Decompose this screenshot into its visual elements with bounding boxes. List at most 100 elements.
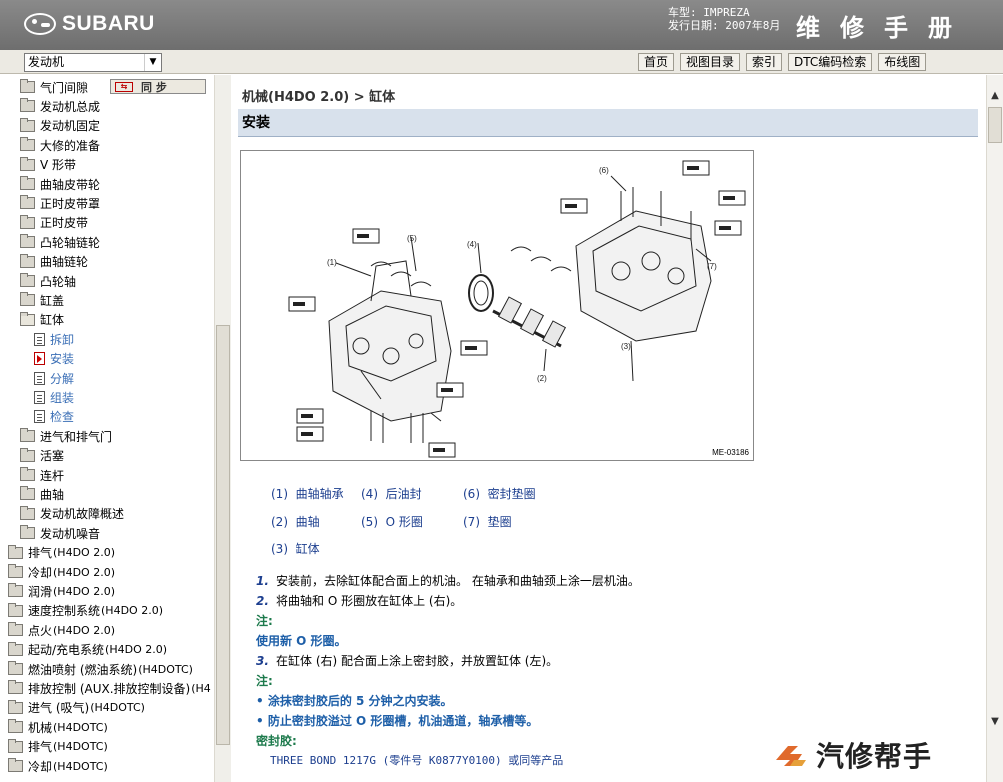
folder-icon bbox=[20, 505, 35, 520]
nav-wiring-diagram-button[interactable]: 布线图 bbox=[878, 53, 927, 71]
sidebar-item-label: 排气 bbox=[28, 740, 53, 755]
sidebar-item[interactable]: 曲轴 bbox=[20, 485, 64, 503]
sidebar-item[interactable]: 曲轴皮带轮 bbox=[20, 175, 100, 193]
folder-open-icon bbox=[20, 311, 35, 326]
sidebar-scroll-thumb[interactable] bbox=[216, 325, 230, 745]
sidebar-item[interactable]: 起动/充电系统 (H4DO 2.0) bbox=[8, 641, 167, 659]
scroll-up-icon[interactable]: ▲ bbox=[987, 87, 1003, 104]
folder-icon bbox=[8, 699, 23, 714]
folder-icon bbox=[20, 176, 35, 190]
date-line: 发行日期: 2007年8月 bbox=[668, 19, 781, 32]
sync-button[interactable]: ⇆ 同 步 bbox=[110, 79, 206, 94]
sidebar-item[interactable]: 排气 (H4DOTC) bbox=[8, 738, 108, 756]
bullet: • 涂抹密封胶后的 5 分钟之内安装。 bbox=[256, 694, 453, 708]
sidebar-item-engine-code: (H4DOTC) bbox=[53, 720, 108, 734]
sidebar-item[interactable]: 组装 bbox=[34, 388, 74, 406]
sidebar-item-label: 起动/充电系统 bbox=[28, 643, 105, 658]
main-scroll-thumb[interactable] bbox=[988, 107, 1002, 143]
sidebar-item-engine-code: (H4DO 2.0) bbox=[53, 546, 115, 560]
sidebar-item[interactable]: 大修的准备 bbox=[20, 136, 100, 154]
sidebar-item-label: 排气 bbox=[28, 546, 53, 561]
sidebar-item-label: 点火 bbox=[28, 623, 53, 638]
folder-icon bbox=[8, 738, 23, 753]
sidebar-item[interactable]: 连杆 bbox=[20, 466, 64, 484]
model-info: 车型: IMPREZA 发行日期: 2007年8月 bbox=[668, 6, 780, 32]
procedure-step: 3. 在缸体 (右) 配合面上涂上密封胶，并放置缸体 (左)。 bbox=[256, 651, 976, 671]
sidebar-item[interactable]: 润滑 (H4DO 2.0) bbox=[8, 582, 115, 600]
subaru-star-icon bbox=[24, 13, 56, 35]
legend-entry: (7) 垫圈 bbox=[463, 514, 512, 529]
callout-5: (5) bbox=[407, 234, 417, 243]
sidebar-item[interactable]: 分解 bbox=[34, 369, 74, 387]
section-select[interactable]: 发动机 ▼ bbox=[24, 53, 162, 72]
sidebar-item[interactable]: 点火 (H4DO 2.0) bbox=[8, 621, 115, 639]
main-content: 机械(H4DO 2.0) > 缸体 安装 (1) (2) (3) (4) (5)… bbox=[232, 75, 986, 782]
sidebar-item[interactable]: V 形带 bbox=[20, 156, 76, 174]
sidebar-item[interactable]: 机械 (H4DOTC) bbox=[8, 718, 108, 736]
sidebar-item[interactable]: 曲轴链轮 bbox=[20, 253, 88, 271]
callout-6: (6) bbox=[599, 166, 609, 175]
sidebar-item-label: 曲轴 bbox=[40, 487, 65, 502]
sidebar-item[interactable]: 缸盖 bbox=[20, 291, 64, 309]
sidebar-item[interactable]: 发动机故障概述 bbox=[20, 505, 124, 523]
nav-home-button[interactable]: 首页 bbox=[638, 53, 675, 71]
sidebar-item[interactable]: 凸轮轴 bbox=[20, 272, 76, 290]
sidebar-item[interactable]: 燃油喷射 (燃油系统) (H4DOTC) bbox=[8, 660, 193, 678]
legend-entry: (6) 密封垫圈 bbox=[463, 487, 536, 501]
nav-index-button[interactable]: 索引 bbox=[746, 53, 783, 71]
sidebar-item[interactable]: 正时皮带 bbox=[20, 214, 88, 232]
sidebar-item[interactable]: 缸体 bbox=[20, 311, 64, 329]
sidebar-item-engine-code: (H4DO 2.0) bbox=[105, 643, 168, 657]
sidebar-scrollbar[interactable] bbox=[214, 75, 231, 782]
sidebar-item[interactable]: 冷却 (H4DOTC) bbox=[8, 757, 108, 775]
folder-icon bbox=[20, 214, 35, 229]
folder-icon bbox=[20, 195, 35, 210]
folder-icon bbox=[8, 641, 23, 656]
procedure-step: 1. 安装前，去除缸体配合面上的机油。 在轴承和曲轴颈上涂一层机油。 bbox=[256, 571, 976, 591]
sync-label: 同 步 bbox=[141, 80, 167, 94]
legend-entry: (4) 后油封 bbox=[361, 487, 422, 501]
sidebar-item[interactable]: 速度控制系统 (H4DO 2.0) bbox=[8, 602, 163, 620]
sidebar-item-engine-code: (H4DO 2.0) bbox=[53, 565, 115, 579]
sidebar-item-label: V 形带 bbox=[40, 158, 77, 173]
folder-icon bbox=[8, 622, 23, 637]
sidebar-item[interactable]: 进气 (吸气) (H4DOTC) bbox=[8, 699, 145, 717]
sidebar-item-label: 活塞 bbox=[40, 449, 65, 464]
chevron-down-icon[interactable]: ▼ bbox=[144, 54, 161, 71]
sidebar-item-label: 发动机故障概述 bbox=[40, 507, 125, 522]
sidebar-item[interactable]: 活塞 bbox=[20, 447, 64, 465]
note-label: 注: bbox=[256, 674, 273, 688]
note: 使用新 O 形圈。 bbox=[256, 634, 347, 648]
callout-3: (3) bbox=[621, 342, 631, 351]
scroll-down-icon[interactable]: ▼ bbox=[987, 713, 1003, 730]
folder-icon bbox=[8, 661, 23, 675]
sidebar-item[interactable]: 安装 bbox=[34, 350, 74, 368]
sidebar-item[interactable]: 凸轮轴链轮 bbox=[20, 233, 100, 251]
sidebar-item-engine-code: (H4DOTC) bbox=[53, 740, 108, 754]
sidebar-item[interactable]: 气门间隙 bbox=[20, 78, 88, 96]
sidebar-item-engine-code: (H4DO 2.0) bbox=[101, 604, 163, 618]
sidebar-item-label: 发动机总成 bbox=[40, 99, 101, 114]
step-text: 安装前，去除缸体配合面上的机油。 在轴承和曲轴颈上涂一层机油。 bbox=[276, 574, 640, 588]
sidebar-item[interactable]: 发动机固定 bbox=[20, 117, 100, 135]
nav-view-contents-button[interactable]: 视图目录 bbox=[680, 53, 741, 71]
nav-dtc-search-button[interactable]: DTC编码检索 bbox=[788, 53, 873, 71]
sidebar-item-engine-code: (H4DO 2.0) bbox=[53, 584, 115, 598]
main-scrollbar[interactable]: ▲ ▼ bbox=[986, 75, 1003, 782]
watermark-logo-icon bbox=[776, 746, 806, 766]
sidebar-item[interactable]: 检查 bbox=[34, 408, 74, 426]
sidebar-item[interactable]: 进气和排气门 bbox=[20, 427, 112, 445]
sidebar-item[interactable]: 排气 (H4DO 2.0) bbox=[8, 544, 115, 562]
sidebar-item-label: 正时皮带罩 bbox=[40, 196, 101, 211]
sidebar-item[interactable]: 排放控制 (AUX.排放控制设备) (H4 bbox=[8, 679, 211, 697]
sidebar-item[interactable]: 拆卸 bbox=[34, 330, 74, 348]
sidebar-item-label: 燃油喷射 (燃油系统) bbox=[28, 662, 138, 677]
step-text: 在缸体 (右) 配合面上涂上密封胶，并放置缸体 (左)。 bbox=[276, 654, 559, 668]
sidebar-item[interactable]: 发动机总成 bbox=[20, 97, 100, 115]
sidebar-tree: 气门间隙 发动机总成 发动机固定 大修的准备 V 形带 曲轴皮带轮 正时皮带罩 正时皮带 凸轮轴… bbox=[0, 75, 231, 782]
sidebar-item[interactable]: 正时皮带罩 bbox=[20, 194, 100, 212]
folder-icon bbox=[20, 292, 35, 307]
sidebar-item[interactable]: 发动机噪音 bbox=[20, 524, 100, 542]
watermark: 汽修帮手 bbox=[772, 735, 932, 775]
sidebar-item[interactable]: 冷却 (H4DO 2.0) bbox=[8, 563, 115, 581]
